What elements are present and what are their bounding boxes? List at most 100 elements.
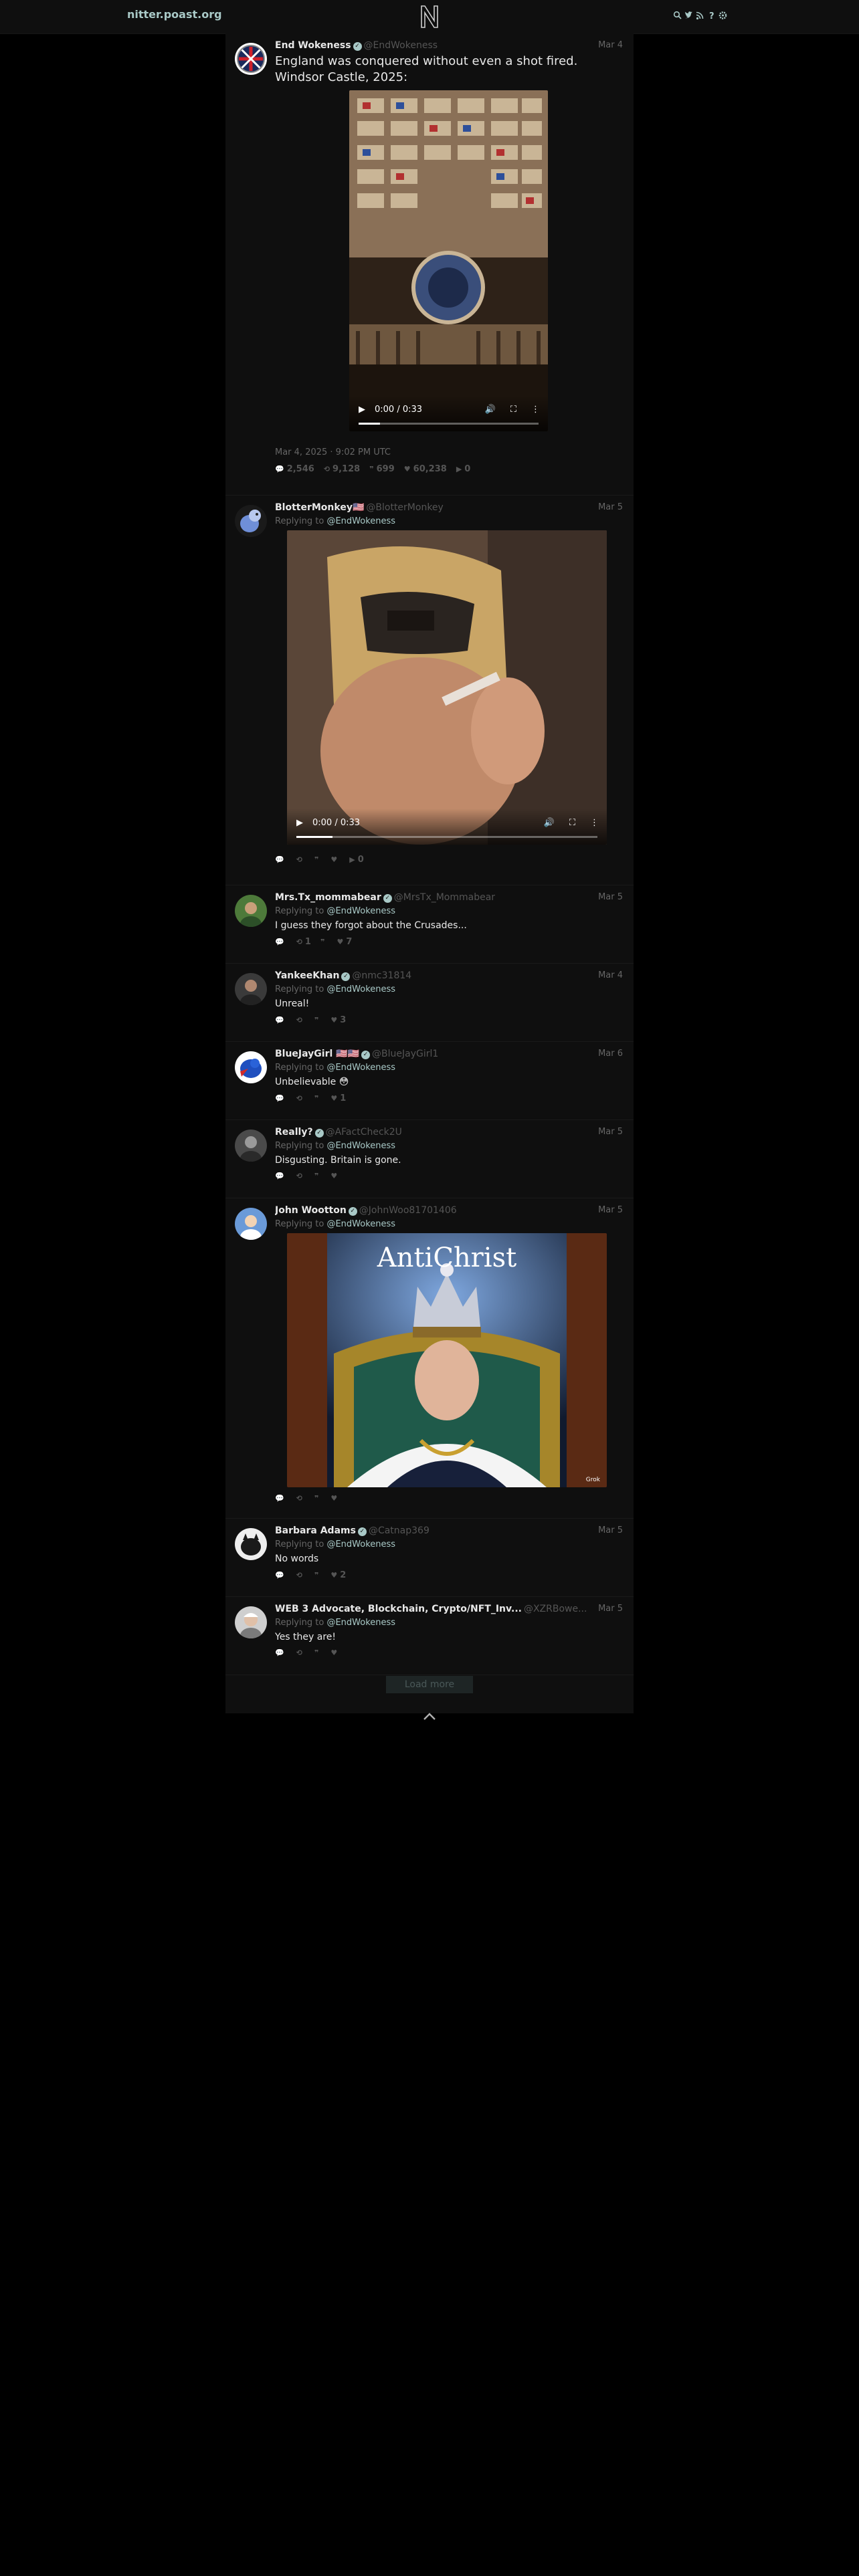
retweets-stat[interactable]: ⟲: [296, 1570, 305, 1580]
username[interactable]: @EndWokeness: [364, 40, 438, 51]
video-player[interactable]: ▶ 0:00 / 0:33 🔊 ⛶ ⋮: [349, 90, 548, 431]
fullname[interactable]: BlueJayGirl 🇺🇸🇺🇸: [275, 1049, 359, 1059]
replying-to-handle[interactable]: @EndWokeness: [326, 1618, 395, 1628]
username[interactable]: @XZRBowe...: [524, 1604, 587, 1614]
avatar[interactable]: [235, 1208, 267, 1240]
fullname[interactable]: BlotterMonkey🇺🇸: [275, 502, 364, 513]
retweets-stat[interactable]: ⟲: [296, 1648, 305, 1657]
back-to-top-icon[interactable]: [422, 1712, 437, 1721]
quotes-stat[interactable]: ❞: [314, 855, 321, 865]
fullscreen-icon[interactable]: ⛶: [510, 405, 516, 415]
play-icon[interactable]: ▶: [296, 818, 303, 828]
reply-tweet[interactable]: John Wootton ✓ @JohnWoo81701406 Mar 5 Repl…: [225, 1198, 634, 1519]
reply-tweet[interactable]: BlotterMonkey🇺🇸 @BlotterMonkey Mar 5 Repl…: [225, 496, 634, 885]
tweet-date[interactable]: Mar 5: [598, 1127, 623, 1137]
tweet-date[interactable]: Mar 4: [598, 40, 623, 50]
likes-stat[interactable]: ♥: [330, 855, 340, 865]
replies-stat[interactable]: 💬 2,546: [275, 464, 314, 474]
quotes-stat[interactable]: ❞: [314, 1172, 321, 1180]
site-name-link[interactable]: nitter.poast.org: [127, 8, 222, 21]
reply-tweet[interactable]: Really? ✓ @AFactCheck2U Mar 5 Replying to …: [225, 1120, 634, 1198]
plays-stat[interactable]: ▶ 0: [456, 464, 471, 474]
quotes-stat[interactable]: ❞: [314, 1648, 321, 1657]
plays-stat[interactable]: ▶ 0: [349, 855, 364, 865]
replying-to-handle[interactable]: @EndWokeness: [326, 906, 395, 916]
username[interactable]: @nmc31814: [352, 970, 411, 981]
username[interactable]: @AFactCheck2U: [326, 1127, 402, 1138]
retweets-stat[interactable]: ⟲: [296, 855, 305, 865]
reply-tweet[interactable]: BlueJayGirl 🇺🇸🇺🇸 ✓ @BlueJayGirl1 Mar 6 Rep…: [225, 1042, 634, 1120]
tweet-date[interactable]: Mar 5: [598, 1525, 623, 1535]
info-icon[interactable]: ?: [707, 10, 716, 21]
replying-to-handle[interactable]: @EndWokeness: [326, 1539, 395, 1549]
tweet-date[interactable]: Mar 5: [598, 892, 623, 902]
quotes-stat[interactable]: ❞: [314, 1494, 321, 1503]
tweet-image[interactable]: AntiChrist Grok: [287, 1233, 607, 1487]
tweet-date[interactable]: Mar 6: [598, 1049, 623, 1059]
avatar[interactable]: [235, 1130, 267, 1162]
rss-icon[interactable]: [696, 10, 704, 21]
tweet-date[interactable]: Mar 4: [598, 970, 623, 980]
play-icon[interactable]: ▶: [359, 405, 365, 415]
gear-icon[interactable]: [719, 10, 727, 21]
video-player[interactable]: ▶ 0:00 / 0:33 🔊 ⛶ ⋮: [287, 530, 607, 845]
avatar[interactable]: [235, 1528, 267, 1560]
more-options-icon[interactable]: ⋮: [590, 818, 599, 828]
reply-tweet[interactable]: Mrs.Tx_mommabear ✓ @MrsTx_Mommabear Mar 5 …: [225, 885, 634, 964]
fullname[interactable]: End Wokeness: [275, 40, 351, 51]
twitter-icon[interactable]: [684, 10, 693, 21]
likes-stat[interactable]: ♥ 3: [330, 1015, 346, 1025]
fullname[interactable]: John Wootton: [275, 1205, 347, 1216]
video-progress[interactable]: [296, 836, 597, 838]
replies-stat[interactable]: 💬: [275, 937, 287, 947]
avatar[interactable]: [235, 505, 267, 537]
fullname[interactable]: Barbara Adams: [275, 1525, 356, 1536]
replies-stat[interactable]: 💬: [275, 1172, 287, 1180]
tweet-date[interactable]: Mar 5: [598, 502, 623, 512]
avatar[interactable]: [235, 1051, 267, 1083]
username[interactable]: @MrsTx_Mommabear: [394, 892, 495, 903]
replies-stat[interactable]: 💬: [275, 1015, 287, 1025]
fullname[interactable]: WEB 3 Advocate, Blockchain, Crypto/NFT_I…: [275, 1604, 522, 1614]
replies-stat[interactable]: 💬: [275, 1093, 287, 1103]
retweets-stat[interactable]: ⟲: [296, 1093, 305, 1103]
reply-tweet[interactable]: YankeeKhan ✓ @nmc31814 Mar 4 Replying to @…: [225, 964, 634, 1042]
username[interactable]: @BlotterMonkey: [366, 502, 443, 513]
load-more-button[interactable]: Load more: [386, 1676, 473, 1693]
replying-to-handle[interactable]: @EndWokeness: [326, 984, 395, 994]
avatar[interactable]: [235, 43, 267, 75]
username[interactable]: @BlueJayGirl1: [372, 1049, 438, 1059]
more-options-icon[interactable]: ⋮: [531, 405, 540, 415]
retweets-stat[interactable]: ⟲: [296, 1015, 305, 1025]
avatar[interactable]: [235, 895, 267, 927]
quotes-stat[interactable]: ❞: [314, 1093, 321, 1103]
tweet-date[interactable]: Mar 5: [598, 1205, 623, 1215]
reply-tweet[interactable]: Barbara Adams ✓ @Catnap369 Mar 5 Replying …: [225, 1519, 634, 1597]
avatar[interactable]: [235, 973, 267, 1005]
replies-stat[interactable]: 💬: [275, 855, 287, 865]
search-icon[interactable]: [673, 10, 682, 21]
likes-stat[interactable]: ♥ 60,238: [404, 464, 447, 474]
likes-stat[interactable]: ♥: [330, 1648, 340, 1657]
likes-stat[interactable]: ♥: [330, 1494, 340, 1503]
nitter-logo-icon[interactable]: [419, 3, 440, 30]
retweets-stat[interactable]: ⟲: [296, 1494, 305, 1503]
retweets-stat[interactable]: ⟲ 1: [296, 937, 311, 947]
quotes-stat[interactable]: ❞: [314, 1570, 321, 1580]
video-progress[interactable]: [359, 423, 539, 425]
username[interactable]: @Catnap369: [369, 1525, 430, 1536]
retweets-stat[interactable]: ⟲: [296, 1172, 305, 1180]
replies-stat[interactable]: 💬: [275, 1570, 287, 1580]
fullname[interactable]: Mrs.Tx_mommabear: [275, 892, 381, 903]
likes-stat[interactable]: ♥ 1: [330, 1093, 346, 1103]
replying-to-handle[interactable]: @EndWokeness: [326, 516, 395, 526]
fullscreen-icon[interactable]: ⛶: [569, 818, 575, 828]
replies-stat[interactable]: 💬: [275, 1648, 287, 1657]
fullname[interactable]: YankeeKhan: [275, 970, 339, 981]
volume-icon[interactable]: 🔊: [485, 405, 496, 415]
replies-stat[interactable]: 💬: [275, 1494, 287, 1503]
likes-stat[interactable]: ♥: [330, 1172, 340, 1180]
tweet-date[interactable]: Mar 5: [595, 1604, 623, 1614]
reply-tweet[interactable]: WEB 3 Advocate, Blockchain, Crypto/NFT_I…: [225, 1597, 634, 1675]
replying-to-handle[interactable]: @EndWokeness: [326, 1219, 395, 1229]
